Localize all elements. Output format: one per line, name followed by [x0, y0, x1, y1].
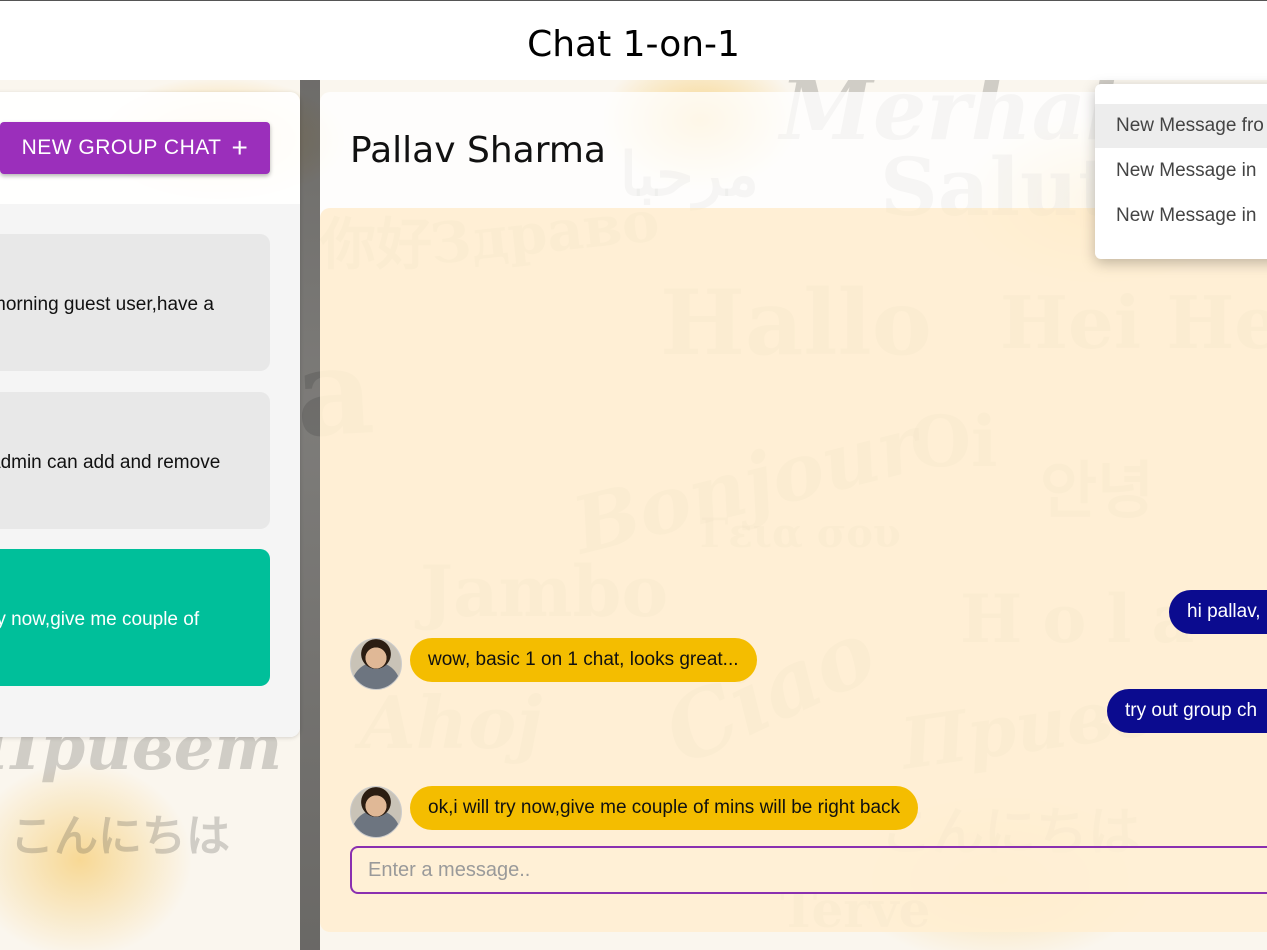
chat-preview-text: morning guest user,have a	[0, 294, 214, 315]
incoming-message: ok,i will try now,give me couple of mins…	[410, 786, 919, 830]
outgoing-message: hi pallav,	[1169, 590, 1267, 634]
notification-item[interactable]: New Message in	[1095, 194, 1267, 238]
chat-list-item[interactable]: morning guest user,have a	[0, 234, 270, 371]
outgoing-message: try out group ch	[1107, 689, 1267, 733]
notification-item[interactable]: New Message fro	[1095, 104, 1267, 148]
chat-title: Pallav Sharma	[350, 130, 606, 171]
background-word: こんにちは	[10, 811, 230, 862]
new-group-chat-label: NEW GROUP CHAT	[21, 136, 222, 159]
background-dark-strip	[300, 80, 320, 950]
chat-preview-text: admin can add and remove	[0, 452, 221, 473]
app-title: Chat 1-on-1	[527, 24, 740, 65]
new-group-chat-button[interactable]: NEW GROUP CHAT +	[0, 122, 270, 174]
avatar[interactable]	[350, 786, 402, 838]
plus-icon: +	[231, 132, 249, 163]
avatar[interactable]	[350, 638, 402, 690]
chat-list-item-active[interactable]: ry now,give me couple of	[0, 549, 270, 686]
notification-item[interactable]: New Message in	[1095, 149, 1267, 193]
top-border	[0, 0, 1267, 1]
notification-menu: New Message fro New Message in New Messa…	[1095, 84, 1267, 259]
message-input[interactable]	[350, 846, 1267, 894]
incoming-message: wow, basic 1 on 1 chat, looks great...	[410, 638, 757, 682]
chat-list-item[interactable]: admin can add and remove	[0, 392, 270, 529]
chat-preview-text: ry now,give me couple of	[0, 609, 200, 630]
